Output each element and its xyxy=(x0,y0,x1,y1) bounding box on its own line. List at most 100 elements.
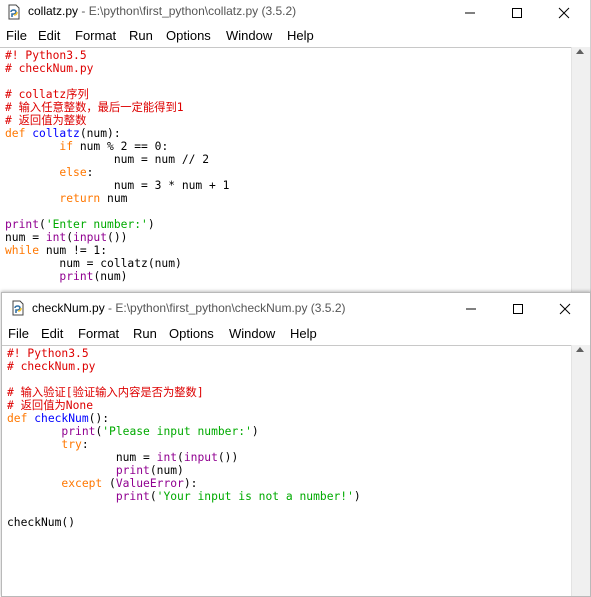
menu-window[interactable]: Window xyxy=(229,326,275,341)
title-bar[interactable]: checkNum.py - E:\python\first_python\che… xyxy=(2,293,590,321)
maximize-button[interactable] xyxy=(495,296,541,321)
code-editor[interactable]: #! Python3.5 # checkNum.py # 输入验证[验证输入内容是否… xyxy=(2,345,572,596)
scroll-up-icon[interactable] xyxy=(576,49,584,54)
close-button[interactable] xyxy=(542,296,588,321)
code-token: ) xyxy=(353,490,361,503)
code-line: except (ValueError): xyxy=(7,477,572,490)
code-token: ( xyxy=(66,231,74,244)
code-token: print xyxy=(115,490,150,503)
menu-bar: File Edit Format Run Options Window Help xyxy=(2,321,590,345)
title-file: checkNum.py xyxy=(32,301,105,315)
minimize-button[interactable] xyxy=(447,0,493,25)
code-token: num = xyxy=(5,231,46,244)
code-token: input xyxy=(183,451,218,464)
code-token: ) xyxy=(147,218,155,231)
scroll-up-icon[interactable] xyxy=(576,347,584,352)
code-line: while num != 1: xyxy=(5,244,572,257)
idle-file-icon xyxy=(12,300,24,316)
code-token: ) xyxy=(251,425,259,438)
code-token: ()) xyxy=(217,451,239,464)
code-token: # 输入验证[验证输入内容是否为整数] xyxy=(7,386,204,399)
title-sep: - xyxy=(104,301,116,315)
code-line: def collatz(num): xyxy=(5,127,572,140)
code-token: num != 1: xyxy=(39,244,108,257)
code-token: (): xyxy=(88,412,110,425)
code-line: print(num) xyxy=(7,464,572,477)
code-line: try: xyxy=(7,438,572,451)
code-token: try xyxy=(61,438,82,451)
maximize-button[interactable] xyxy=(494,0,540,25)
code-token: # collatz序列 xyxy=(5,88,89,101)
code-text: #! Python3.5 # checkNum.py # 输入验证[验证输入内容是否… xyxy=(2,346,572,529)
code-token: ( xyxy=(149,490,157,503)
code-token: ValueError xyxy=(115,477,184,490)
code-token: print xyxy=(5,218,40,231)
minimize-button[interactable] xyxy=(448,296,494,321)
title-file: collatz.py xyxy=(28,4,79,18)
code-token: (num) xyxy=(93,270,128,283)
menu-help[interactable]: Help xyxy=(290,326,317,341)
menu-file[interactable]: File xyxy=(6,28,27,43)
vertical-scrollbar[interactable] xyxy=(571,47,590,292)
title-sep: - xyxy=(78,4,89,18)
close-icon xyxy=(559,303,571,314)
menu-edit[interactable]: Edit xyxy=(41,326,63,341)
code-token: while xyxy=(5,244,40,257)
code-token: (num): xyxy=(79,127,121,140)
code-token: print xyxy=(61,425,96,438)
code-line: num = int(input()) xyxy=(5,231,572,244)
menu-edit[interactable]: Edit xyxy=(38,28,60,43)
menu-help[interactable]: Help xyxy=(287,28,314,43)
maximize-icon xyxy=(513,303,523,314)
menu-window[interactable]: Window xyxy=(226,28,272,43)
menu-file[interactable]: File xyxy=(8,326,29,341)
code-line: num = collatz(num) xyxy=(5,257,572,270)
code-token: def xyxy=(5,127,33,140)
code-token: 'Please input number:' xyxy=(102,425,252,438)
menu-options[interactable]: Options xyxy=(169,326,214,341)
close-button[interactable] xyxy=(541,0,587,25)
menu-format[interactable]: Format xyxy=(75,28,116,43)
code-token: checkNum() xyxy=(7,516,76,529)
title-version: (3.5.2) xyxy=(307,301,346,315)
code-token: except xyxy=(61,477,103,490)
code-line: # checkNum.py xyxy=(7,360,572,373)
menu-run[interactable]: Run xyxy=(129,28,153,43)
code-token: # 返回值为整数 xyxy=(5,114,87,127)
editor-window-collatz: collatz.py - E:\python\first_python\coll… xyxy=(0,0,591,292)
code-text: #! Python3.5 # checkNum.py # collatz序列 # 输入… xyxy=(0,48,572,283)
code-line: # 返回值为None xyxy=(7,399,572,412)
code-token: # 返回值为None xyxy=(7,399,93,412)
menu-options[interactable]: Options xyxy=(166,28,211,43)
menu-run[interactable]: Run xyxy=(133,326,157,341)
title-path: E:\python\first_python\checkNum.py xyxy=(115,301,308,315)
code-token: int xyxy=(45,231,67,244)
code-line: # 输入任意整数，最后一定能得到1 xyxy=(5,101,572,114)
code-line: # 返回值为整数 xyxy=(5,114,572,127)
code-line: print(num) xyxy=(5,270,572,283)
code-token: # 输入任意整数，最后一定能得到1 xyxy=(5,101,184,114)
window-title: collatz.py - E:\python\first_python\coll… xyxy=(28,4,296,18)
code-token: : xyxy=(81,438,89,451)
vertical-scrollbar[interactable] xyxy=(571,345,590,596)
code-line: # 输入验证[验证输入内容是否为整数] xyxy=(7,386,572,399)
code-token: ( xyxy=(177,451,184,464)
menu-format[interactable]: Format xyxy=(78,326,119,341)
code-line: #! Python3.5 xyxy=(7,347,572,360)
code-token: #! Python3.5 xyxy=(7,347,89,360)
code-editor[interactable]: #! Python3.5 # checkNum.py # collatz序列 # 输入… xyxy=(0,47,572,292)
code-token: print xyxy=(115,464,150,477)
code-token: ()) xyxy=(107,231,128,244)
code-token: 'Your input is not a number!' xyxy=(156,490,354,503)
code-token: # checkNum.py xyxy=(5,62,94,75)
title-bar[interactable]: collatz.py - E:\python\first_python\coll… xyxy=(0,0,590,25)
menu-bar: File Edit Format Run Options Window Help xyxy=(0,25,590,47)
